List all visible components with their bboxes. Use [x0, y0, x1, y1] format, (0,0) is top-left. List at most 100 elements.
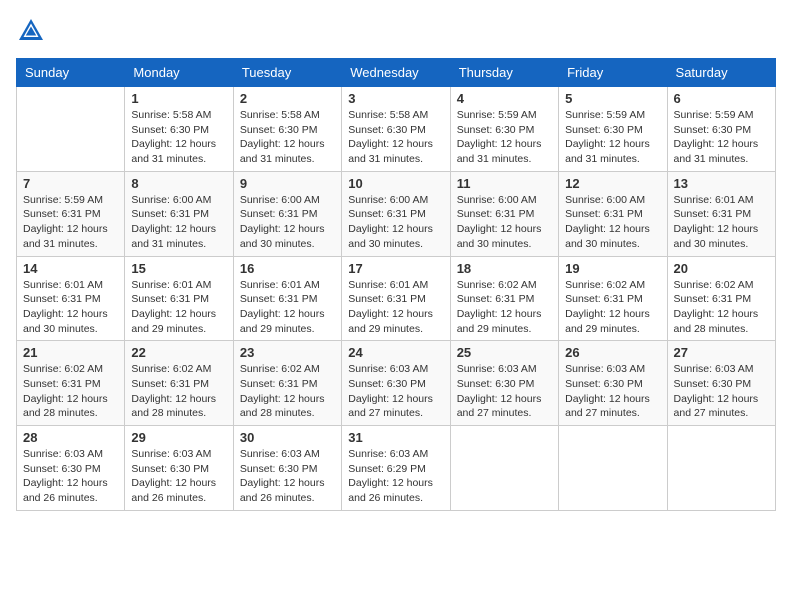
day-number: 23 [240, 345, 335, 360]
day-info: Sunrise: 6:00 AMSunset: 6:31 PMDaylight:… [457, 193, 552, 252]
day-number: 21 [23, 345, 118, 360]
day-info: Sunrise: 5:58 AMSunset: 6:30 PMDaylight:… [131, 108, 226, 167]
day-number: 5 [565, 91, 660, 106]
calendar-cell [559, 426, 667, 511]
col-header-saturday: Saturday [667, 59, 775, 87]
calendar-week-row: 7 Sunrise: 5:59 AMSunset: 6:31 PMDaylight… [17, 171, 776, 256]
calendar-header-row: SundayMondayTuesdayWednesdayThursdayFrid… [17, 59, 776, 87]
page-header [16, 16, 776, 46]
calendar-week-row: 1 Sunrise: 5:58 AMSunset: 6:30 PMDaylight… [17, 87, 776, 172]
day-number: 8 [131, 176, 226, 191]
calendar-cell: 29Sunrise: 6:03 AMSunset: 6:30 PMDayligh… [125, 426, 233, 511]
day-number: 29 [131, 430, 226, 445]
day-info: Sunrise: 6:00 AMSunset: 6:31 PMDaylight:… [131, 193, 226, 252]
day-info: Sunrise: 6:00 AMSunset: 6:31 PMDaylight:… [240, 193, 335, 252]
calendar-cell: 24 Sunrise: 6:03 AMSunset: 6:30 PMDayligh… [342, 341, 450, 426]
day-number: 19 [565, 261, 660, 276]
day-info: Sunrise: 5:59 AMSunset: 6:30 PMDaylight:… [674, 108, 769, 167]
day-info: Sunrise: 5:58 AMSunset: 6:30 PMDaylight:… [348, 108, 443, 167]
day-number: 7 [23, 176, 118, 191]
day-number: 26 [565, 345, 660, 360]
day-info: Sunrise: 6:03 AMSunset: 6:30 PMDaylight:… [348, 362, 443, 421]
calendar-cell: 27 Sunrise: 6:03 AMSunset: 6:30 PMDayligh… [667, 341, 775, 426]
day-number: 20 [674, 261, 769, 276]
day-number: 14 [23, 261, 118, 276]
day-number: 18 [457, 261, 552, 276]
day-number: 16 [240, 261, 335, 276]
calendar-cell: 14 Sunrise: 6:01 AMSunset: 6:31 PMDayligh… [17, 256, 125, 341]
day-number: 13 [674, 176, 769, 191]
calendar-cell [667, 426, 775, 511]
calendar-cell: 13 Sunrise: 6:01 AMSunset: 6:31 PMDayligh… [667, 171, 775, 256]
day-info: Sunrise: 5:59 AMSunset: 6:30 PMDaylight:… [565, 108, 660, 167]
calendar-cell: 7 Sunrise: 5:59 AMSunset: 6:31 PMDaylight… [17, 171, 125, 256]
calendar-week-row: 28 Sunrise: 6:03 AMSunset: 6:30 PMDayligh… [17, 426, 776, 511]
day-number: 24 [348, 345, 443, 360]
calendar-cell: 16 Sunrise: 6:01 AMSunset: 6:31 PMDayligh… [233, 256, 341, 341]
day-number: 25 [457, 345, 552, 360]
calendar-week-row: 21 Sunrise: 6:02 AMSunset: 6:31 PMDayligh… [17, 341, 776, 426]
day-info: Sunrise: 6:02 AMSunset: 6:31 PMDaylight:… [23, 362, 118, 421]
col-header-thursday: Thursday [450, 59, 558, 87]
day-info: Sunrise: 6:02 AMSunset: 6:31 PMDaylight:… [565, 278, 660, 337]
calendar-cell: 25 Sunrise: 6:03 AMSunset: 6:30 PMDayligh… [450, 341, 558, 426]
day-info: Sunrise: 6:01 AMSunset: 6:31 PMDaylight:… [131, 278, 226, 337]
day-info: Sunrise: 6:01 AMSunset: 6:31 PMDaylight:… [240, 278, 335, 337]
day-number: 27 [674, 345, 769, 360]
day-info: Sunrise: 6:02 AMSunset: 6:31 PMDaylight:… [131, 362, 226, 421]
calendar-cell: 26 Sunrise: 6:03 AMSunset: 6:30 PMDayligh… [559, 341, 667, 426]
day-number: 10 [348, 176, 443, 191]
logo [16, 16, 50, 46]
calendar-week-row: 14 Sunrise: 6:01 AMSunset: 6:31 PMDayligh… [17, 256, 776, 341]
day-info: Sunrise: 5:59 AMSunset: 6:31 PMDaylight:… [23, 193, 118, 252]
day-info: Sunrise: 6:02 AMSunset: 6:31 PMDaylight:… [240, 362, 335, 421]
day-number: 15 [131, 261, 226, 276]
day-info: Sunrise: 6:03 AMSunset: 6:30 PMDaylight:… [23, 447, 118, 506]
calendar-cell: 17Sunrise: 6:01 AMSunset: 6:31 PMDayligh… [342, 256, 450, 341]
col-header-friday: Friday [559, 59, 667, 87]
day-info: Sunrise: 6:00 AMSunset: 6:31 PMDaylight:… [565, 193, 660, 252]
calendar-cell: 11Sunrise: 6:00 AMSunset: 6:31 PMDayligh… [450, 171, 558, 256]
day-info: Sunrise: 6:03 AMSunset: 6:30 PMDaylight:… [240, 447, 335, 506]
calendar-cell: 20 Sunrise: 6:02 AMSunset: 6:31 PMDayligh… [667, 256, 775, 341]
calendar-cell: 21 Sunrise: 6:02 AMSunset: 6:31 PMDayligh… [17, 341, 125, 426]
day-number: 22 [131, 345, 226, 360]
calendar-cell: 22 Sunrise: 6:02 AMSunset: 6:31 PMDayligh… [125, 341, 233, 426]
day-number: 28 [23, 430, 118, 445]
day-info: Sunrise: 6:01 AMSunset: 6:31 PMDaylight:… [348, 278, 443, 337]
col-header-tuesday: Tuesday [233, 59, 341, 87]
calendar-cell: 6Sunrise: 5:59 AMSunset: 6:30 PMDaylight… [667, 87, 775, 172]
calendar-cell: 15 Sunrise: 6:01 AMSunset: 6:31 PMDayligh… [125, 256, 233, 341]
calendar-cell: 23 Sunrise: 6:02 AMSunset: 6:31 PMDayligh… [233, 341, 341, 426]
day-info: Sunrise: 6:03 AMSunset: 6:30 PMDaylight:… [457, 362, 552, 421]
calendar-cell: 5 Sunrise: 5:59 AMSunset: 6:30 PMDaylight… [559, 87, 667, 172]
calendar-cell: 19 Sunrise: 6:02 AMSunset: 6:31 PMDayligh… [559, 256, 667, 341]
day-info: Sunrise: 6:02 AMSunset: 6:31 PMDaylight:… [457, 278, 552, 337]
day-number: 3 [348, 91, 443, 106]
col-header-wednesday: Wednesday [342, 59, 450, 87]
day-info: Sunrise: 6:01 AMSunset: 6:31 PMDaylight:… [674, 193, 769, 252]
calendar-cell [450, 426, 558, 511]
day-number: 30 [240, 430, 335, 445]
calendar-cell: 28 Sunrise: 6:03 AMSunset: 6:30 PMDayligh… [17, 426, 125, 511]
calendar-cell [17, 87, 125, 172]
day-info: Sunrise: 6:03 AMSunset: 6:30 PMDaylight:… [565, 362, 660, 421]
day-number: 1 [131, 91, 226, 106]
day-number: 2 [240, 91, 335, 106]
day-number: 12 [565, 176, 660, 191]
calendar-cell: 1 Sunrise: 5:58 AMSunset: 6:30 PMDaylight… [125, 87, 233, 172]
day-info: Sunrise: 6:02 AMSunset: 6:31 PMDaylight:… [674, 278, 769, 337]
col-header-sunday: Sunday [17, 59, 125, 87]
calendar-cell: 12 Sunrise: 6:00 AMSunset: 6:31 PMDayligh… [559, 171, 667, 256]
day-number: 31 [348, 430, 443, 445]
calendar-cell: 30 Sunrise: 6:03 AMSunset: 6:30 PMDayligh… [233, 426, 341, 511]
calendar-cell: 3 Sunrise: 5:58 AMSunset: 6:30 PMDaylight… [342, 87, 450, 172]
day-info: Sunrise: 6:01 AMSunset: 6:31 PMDaylight:… [23, 278, 118, 337]
day-info: Sunrise: 5:59 AMSunset: 6:30 PMDaylight:… [457, 108, 552, 167]
day-info: Sunrise: 6:03 AMSunset: 6:30 PMDaylight:… [674, 362, 769, 421]
day-info: Sunrise: 6:03 AMSunset: 6:29 PMDaylight:… [348, 447, 443, 506]
calendar-cell: 4Sunrise: 5:59 AMSunset: 6:30 PMDaylight… [450, 87, 558, 172]
day-info: Sunrise: 6:00 AMSunset: 6:31 PMDaylight:… [348, 193, 443, 252]
logo-icon [16, 16, 46, 46]
calendar-table: SundayMondayTuesdayWednesdayThursdayFrid… [16, 58, 776, 511]
